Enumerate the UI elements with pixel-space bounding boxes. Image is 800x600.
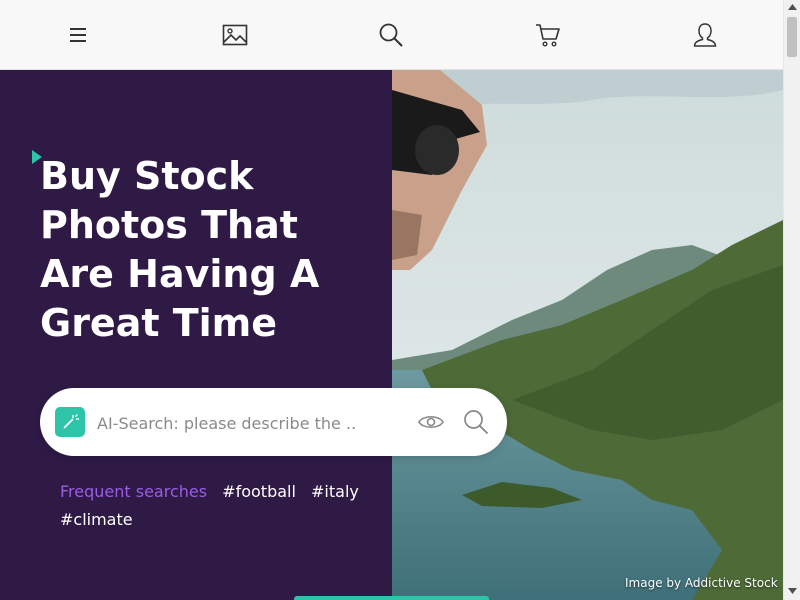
page-title: Buy Stock Photos That Are Having A Great… xyxy=(40,154,320,345)
frequent-searches-label: Frequent searches xyxy=(60,482,208,501)
user-icon[interactable] xyxy=(688,18,722,52)
tag-italy[interactable]: #italy xyxy=(311,482,359,501)
cart-icon[interactable] xyxy=(531,18,565,52)
search-icon xyxy=(464,410,489,435)
search-input[interactable] xyxy=(95,409,359,437)
image-credit: Image by Addictive Stock xyxy=(625,576,778,590)
frequent-searches: Frequent searches #football #italy #clim… xyxy=(60,478,380,534)
scrollbar-thumb[interactable] xyxy=(787,17,797,57)
scroll-down-arrow-icon[interactable] xyxy=(788,588,797,594)
image-icon[interactable] xyxy=(218,18,252,52)
ai-search-box xyxy=(40,388,507,456)
search-submit-button[interactable] xyxy=(460,406,492,438)
tag-climate[interactable]: #climate xyxy=(60,510,133,529)
scroll-up-arrow-icon[interactable] xyxy=(788,4,797,10)
magic-wand-icon[interactable] xyxy=(55,407,85,437)
search-icon[interactable] xyxy=(374,18,408,52)
hero-image xyxy=(392,70,783,600)
top-nav-bar xyxy=(0,0,783,70)
cta-button-edge[interactable] xyxy=(294,596,489,600)
menu-icon[interactable] xyxy=(61,18,95,52)
scrollbar[interactable] xyxy=(783,0,800,600)
eye-icon[interactable] xyxy=(416,408,446,436)
tag-football[interactable]: #football xyxy=(222,482,296,501)
